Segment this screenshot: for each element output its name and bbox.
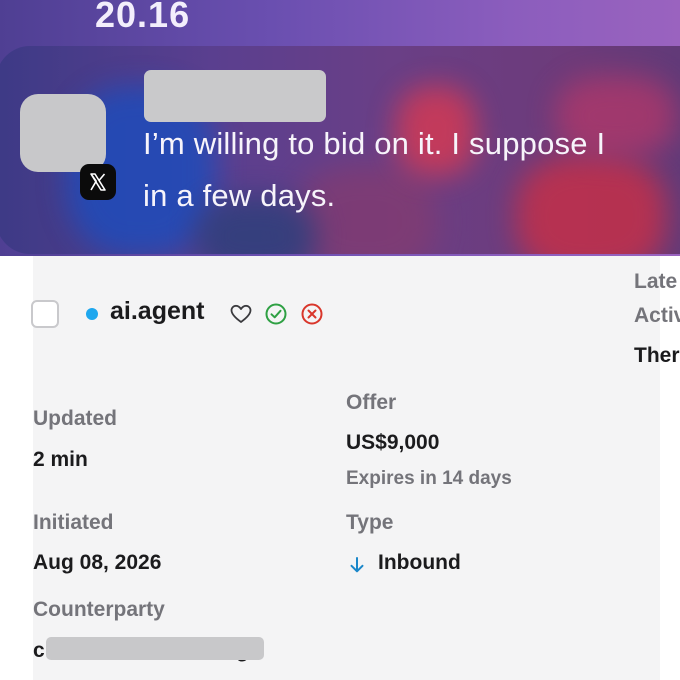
counterparty-redacted xyxy=(46,637,264,660)
x-logo-icon xyxy=(80,164,116,200)
heart-icon[interactable] xyxy=(229,302,253,326)
screenshot: 20.16 I’m willing to bid on it. I suppos… xyxy=(0,0,680,680)
status-dot xyxy=(86,308,98,320)
sender-name-redacted xyxy=(144,70,326,122)
latest-activity-value: Ther xyxy=(634,344,680,367)
initiated-value: Aug 08, 2026 xyxy=(33,551,162,574)
offer-value: US$9,000 xyxy=(346,431,440,454)
offer-expiry: Expires in 14 days xyxy=(346,468,512,489)
initiated-label: Initiated xyxy=(33,511,114,534)
offer-label: Offer xyxy=(346,391,397,414)
x-circle-icon[interactable] xyxy=(300,302,324,326)
type-label: Type xyxy=(346,511,394,534)
latest-activity-label-line1: Late xyxy=(634,270,678,293)
notification-message-line-2: in a few days. xyxy=(143,178,336,213)
counterparty-value-start: c xyxy=(33,639,45,662)
type-value: Inbound xyxy=(378,551,461,574)
latest-activity-label-line2: Activ xyxy=(634,304,680,327)
counterparty-label: Counterparty xyxy=(33,598,165,621)
sender-avatar-redacted xyxy=(20,94,106,172)
lockscreen-wallpaper: 20.16 I’m willing to bid on it. I suppos… xyxy=(0,0,680,256)
status-time: 20.16 xyxy=(95,0,191,35)
select-checkbox[interactable] xyxy=(31,300,59,328)
arrow-down-icon xyxy=(350,557,364,573)
updated-value: 2 min xyxy=(33,448,88,471)
notification-banner[interactable]: I’m willing to bid on it. I suppose I in… xyxy=(0,46,680,254)
updated-label: Updated xyxy=(33,407,117,430)
check-circle-icon[interactable] xyxy=(264,302,288,326)
wallpaper-blur-shape xyxy=(516,156,666,254)
domain-name[interactable]: ai.agent xyxy=(110,297,204,326)
notification-message-line-1: I’m willing to bid on it. I suppose I xyxy=(143,126,606,161)
